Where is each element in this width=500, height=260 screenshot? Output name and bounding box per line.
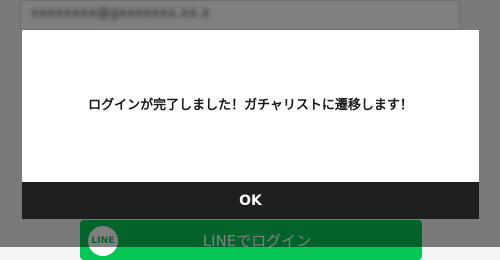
dialog-message: ログインが完了しました！ガチャリストに遷移します！ [88,98,413,113]
login-complete-dialog: ログインが完了しました！ガチャリストに遷移します！ OK [22,30,479,219]
ok-button[interactable]: OK [22,182,479,219]
